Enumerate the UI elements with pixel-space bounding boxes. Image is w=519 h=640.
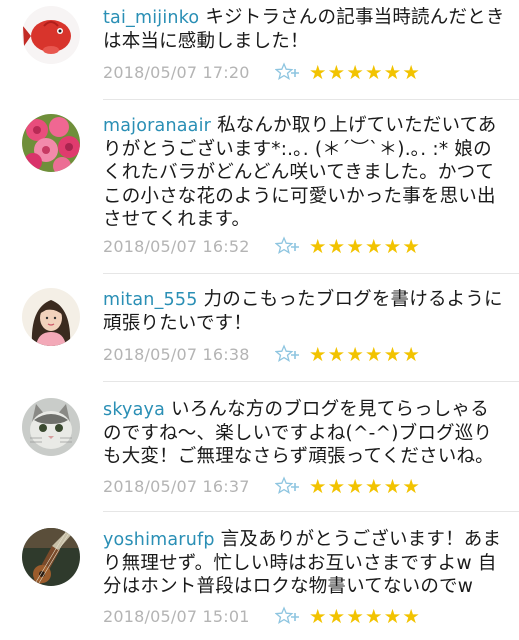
cat-avatar[interactable] — [22, 398, 80, 456]
comment-timestamp: 2018/05/07 15:01 — [103, 606, 250, 626]
star-rating: ★★★★★★ — [309, 604, 422, 628]
comment-item: tai_mijinko キジトラさんの記事当時読んだときは本当に感動しました！ 2… — [0, 0, 519, 100]
star-rating: ★★★★★★ — [309, 342, 422, 366]
comment-meta: 2018/05/07 16:37 ★★★★★★ — [103, 474, 421, 498]
comment-meta: 2018/05/07 15:01 ★★★★★★ — [103, 604, 421, 628]
comment-meta: 2018/05/07 16:38 ★★★★★★ — [103, 342, 421, 366]
comment-text-block: majoranaair 私なんか取り上げていただいてありがとうございます*:.｡.… — [103, 114, 505, 231]
star-rating: ★★★★★★ — [309, 474, 422, 498]
star-rating: ★★★★★★ — [309, 234, 422, 258]
add-star-icon[interactable] — [275, 62, 303, 82]
comment-list: tai_mijinko キジトラさんの記事当時読んだときは本当に感動しました！ 2… — [0, 0, 519, 640]
comment-meta: 2018/05/07 17:20 ★★★★★★ — [103, 60, 421, 84]
add-star-icon[interactable] — [275, 236, 303, 256]
comment-timestamp: 2018/05/07 16:52 — [103, 236, 250, 256]
comment-text-block: tai_mijinko キジトラさんの記事当時読んだときは本当に感動しました！ — [103, 6, 505, 53]
username-link[interactable]: yoshimarufp — [103, 530, 215, 550]
comment-item: yoshimarufp 言及ありがとうございます！あまり無理せず。忙しい時はお互い… — [0, 512, 519, 640]
comment-text-block: yoshimarufp 言及ありがとうございます！あまり無理せず。忙しい時はお互い… — [103, 528, 505, 599]
comment-text-block: mitan_555 力のこもったブログを書けるように頑張りたいです！ — [103, 288, 505, 335]
username-link[interactable]: majoranaair — [103, 116, 211, 136]
add-star-icon[interactable] — [275, 344, 303, 364]
comment-meta: 2018/05/07 16:52 ★★★★★★ — [103, 234, 421, 258]
comment-text-block: skyaya いろんな方のブログを見てらっしゃるのですね〜、楽しいですよね(^-^… — [103, 398, 505, 469]
comment-item: mitan_555 力のこもったブログを書けるように頑張りたいです！ 2018/0… — [0, 274, 519, 382]
comment-timestamp: 2018/05/07 17:20 — [103, 62, 250, 82]
username-link[interactable]: skyaya — [103, 400, 165, 420]
add-star-icon[interactable] — [275, 476, 303, 496]
star-rating: ★★★★★★ — [309, 60, 422, 84]
comment-timestamp: 2018/05/07 16:38 — [103, 344, 250, 364]
add-star-icon[interactable] — [275, 606, 303, 626]
comment-item: skyaya いろんな方のブログを見てらっしゃるのですね〜、楽しいですよね(^-^… — [0, 382, 519, 512]
guitar-avatar[interactable] — [22, 528, 80, 586]
pink-roses-avatar[interactable] — [22, 114, 80, 172]
username-link[interactable]: tai_mijinko — [103, 8, 199, 28]
woman-portrait-avatar[interactable] — [22, 288, 80, 346]
comment-item: majoranaair 私なんか取り上げていただいてありがとうございます*:.｡.… — [0, 100, 519, 274]
username-link[interactable]: mitan_555 — [103, 290, 198, 310]
red-fish-avatar[interactable] — [22, 6, 80, 64]
comment-timestamp: 2018/05/07 16:37 — [103, 476, 250, 496]
